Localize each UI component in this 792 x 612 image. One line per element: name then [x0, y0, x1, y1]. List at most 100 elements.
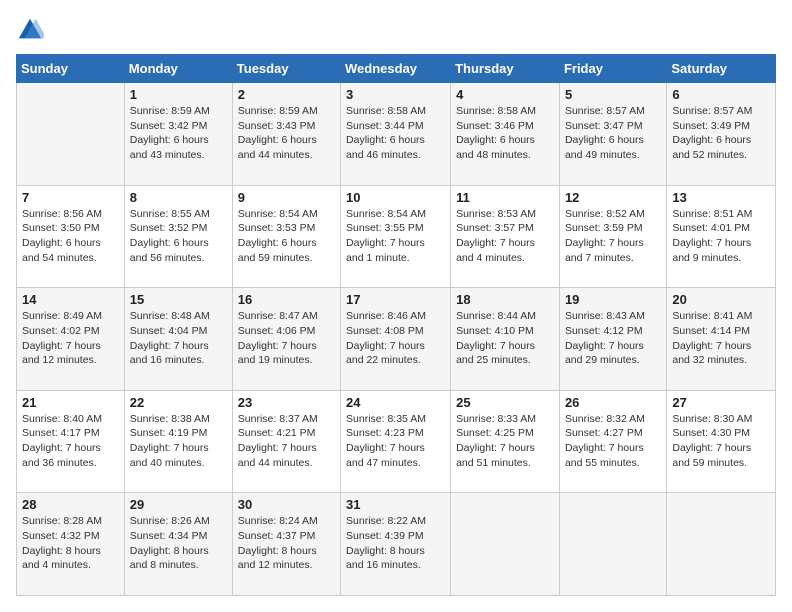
- day-cell: [559, 493, 666, 596]
- header: [16, 16, 776, 44]
- day-cell: 27 Sunrise: 8:30 AMSunset: 4:30 PMDayligh…: [667, 390, 776, 493]
- day-number: 2: [238, 87, 335, 102]
- day-cell: 17 Sunrise: 8:46 AMSunset: 4:08 PMDayligh…: [341, 288, 451, 391]
- day-info: Sunrise: 8:32 AMSunset: 4:27 PMDaylight:…: [565, 412, 661, 471]
- day-cell: 20 Sunrise: 8:41 AMSunset: 4:14 PMDayligh…: [667, 288, 776, 391]
- day-info: Sunrise: 8:22 AMSunset: 4:39 PMDaylight:…: [346, 514, 445, 573]
- day-cell: 14Sunrise: 8:49 AMSunset: 4:02 PMDayligh…: [17, 288, 125, 391]
- day-number: 13: [672, 190, 770, 205]
- day-cell: 23Sunrise: 8:37 AMSunset: 4:21 PMDayligh…: [232, 390, 340, 493]
- day-cell: 29 Sunrise: 8:26 AMSunset: 4:34 PMDayligh…: [124, 493, 232, 596]
- logo-icon: [16, 16, 44, 44]
- day-cell: 10 Sunrise: 8:54 AMSunset: 3:55 PMDayligh…: [341, 185, 451, 288]
- day-header-friday: Friday: [559, 55, 666, 83]
- day-number: 10: [346, 190, 445, 205]
- day-info: Sunrise: 8:54 AMSunset: 3:53 PMDaylight:…: [238, 207, 335, 266]
- day-number: 5: [565, 87, 661, 102]
- day-cell: 28Sunrise: 8:28 AMSunset: 4:32 PMDayligh…: [17, 493, 125, 596]
- day-number: 22: [130, 395, 227, 410]
- day-header-monday: Monday: [124, 55, 232, 83]
- week-row-2: 7 Sunrise: 8:56 AMSunset: 3:50 PMDaylight…: [17, 185, 776, 288]
- day-info: Sunrise: 8:57 AMSunset: 3:49 PMDaylight:…: [672, 104, 770, 163]
- day-number: 25: [456, 395, 554, 410]
- day-number: 16: [238, 292, 335, 307]
- day-cell: 22 Sunrise: 8:38 AMSunset: 4:19 PMDayligh…: [124, 390, 232, 493]
- day-info: Sunrise: 8:28 AMSunset: 4:32 PMDaylight:…: [22, 514, 119, 573]
- day-cell: 12 Sunrise: 8:52 AMSunset: 3:59 PMDayligh…: [559, 185, 666, 288]
- day-number: 18: [456, 292, 554, 307]
- week-row-4: 21 Sunrise: 8:40 AMSunset: 4:17 PMDayligh…: [17, 390, 776, 493]
- day-cell: 1Sunrise: 8:59 AMSunset: 3:42 PMDaylight…: [124, 83, 232, 186]
- header-row: SundayMondayTuesdayWednesdayThursdayFrid…: [17, 55, 776, 83]
- day-number: 31: [346, 497, 445, 512]
- day-info: Sunrise: 8:46 AMSunset: 4:08 PMDaylight:…: [346, 309, 445, 368]
- day-number: 12: [565, 190, 661, 205]
- day-info: Sunrise: 8:56 AMSunset: 3:50 PMDaylight:…: [22, 207, 119, 266]
- day-info: Sunrise: 8:41 AMSunset: 4:14 PMDaylight:…: [672, 309, 770, 368]
- calendar-table: SundayMondayTuesdayWednesdayThursdayFrid…: [16, 54, 776, 596]
- day-info: Sunrise: 8:51 AMSunset: 4:01 PMDaylight:…: [672, 207, 770, 266]
- day-info: Sunrise: 8:38 AMSunset: 4:19 PMDaylight:…: [130, 412, 227, 471]
- day-info: Sunrise: 8:52 AMSunset: 3:59 PMDaylight:…: [565, 207, 661, 266]
- day-number: 29: [130, 497, 227, 512]
- day-cell: 19 Sunrise: 8:43 AMSunset: 4:12 PMDayligh…: [559, 288, 666, 391]
- day-cell: 7 Sunrise: 8:56 AMSunset: 3:50 PMDaylight…: [17, 185, 125, 288]
- day-cell: 21 Sunrise: 8:40 AMSunset: 4:17 PMDayligh…: [17, 390, 125, 493]
- day-number: 7: [22, 190, 119, 205]
- day-info: Sunrise: 8:26 AMSunset: 4:34 PMDaylight:…: [130, 514, 227, 573]
- day-number: 20: [672, 292, 770, 307]
- day-info: Sunrise: 8:57 AMSunset: 3:47 PMDaylight:…: [565, 104, 661, 163]
- day-cell: 26 Sunrise: 8:32 AMSunset: 4:27 PMDayligh…: [559, 390, 666, 493]
- day-info: Sunrise: 8:47 AMSunset: 4:06 PMDaylight:…: [238, 309, 335, 368]
- day-info: Sunrise: 8:40 AMSunset: 4:17 PMDaylight:…: [22, 412, 119, 471]
- day-cell: 24Sunrise: 8:35 AMSunset: 4:23 PMDayligh…: [341, 390, 451, 493]
- day-info: Sunrise: 8:54 AMSunset: 3:55 PMDaylight:…: [346, 207, 445, 266]
- day-number: 8: [130, 190, 227, 205]
- day-info: Sunrise: 8:24 AMSunset: 4:37 PMDaylight:…: [238, 514, 335, 573]
- day-info: Sunrise: 8:49 AMSunset: 4:02 PMDaylight:…: [22, 309, 119, 368]
- day-number: 26: [565, 395, 661, 410]
- day-info: Sunrise: 8:33 AMSunset: 4:25 PMDaylight:…: [456, 412, 554, 471]
- day-number: 15: [130, 292, 227, 307]
- day-cell: 8 Sunrise: 8:55 AMSunset: 3:52 PMDaylight…: [124, 185, 232, 288]
- day-number: 27: [672, 395, 770, 410]
- day-header-wednesday: Wednesday: [341, 55, 451, 83]
- day-cell: 9 Sunrise: 8:54 AMSunset: 3:53 PMDaylight…: [232, 185, 340, 288]
- week-row-1: 1Sunrise: 8:59 AMSunset: 3:42 PMDaylight…: [17, 83, 776, 186]
- week-row-3: 14Sunrise: 8:49 AMSunset: 4:02 PMDayligh…: [17, 288, 776, 391]
- calendar-body: 1Sunrise: 8:59 AMSunset: 3:42 PMDaylight…: [17, 83, 776, 596]
- day-cell: 11 Sunrise: 8:53 AMSunset: 3:57 PMDayligh…: [451, 185, 560, 288]
- day-info: Sunrise: 8:53 AMSunset: 3:57 PMDaylight:…: [456, 207, 554, 266]
- day-number: 4: [456, 87, 554, 102]
- day-cell: 6 Sunrise: 8:57 AMSunset: 3:49 PMDaylight…: [667, 83, 776, 186]
- day-number: 6: [672, 87, 770, 102]
- day-cell: 5 Sunrise: 8:57 AMSunset: 3:47 PMDaylight…: [559, 83, 666, 186]
- day-info: Sunrise: 8:43 AMSunset: 4:12 PMDaylight:…: [565, 309, 661, 368]
- day-header-tuesday: Tuesday: [232, 55, 340, 83]
- day-info: Sunrise: 8:44 AMSunset: 4:10 PMDaylight:…: [456, 309, 554, 368]
- day-info: Sunrise: 8:59 AMSunset: 3:43 PMDaylight:…: [238, 104, 335, 163]
- day-number: 23: [238, 395, 335, 410]
- day-cell: 25 Sunrise: 8:33 AMSunset: 4:25 PMDayligh…: [451, 390, 560, 493]
- day-cell: 2 Sunrise: 8:59 AMSunset: 3:43 PMDaylight…: [232, 83, 340, 186]
- day-cell: 18 Sunrise: 8:44 AMSunset: 4:10 PMDayligh…: [451, 288, 560, 391]
- day-header-sunday: Sunday: [17, 55, 125, 83]
- day-number: 9: [238, 190, 335, 205]
- day-info: Sunrise: 8:55 AMSunset: 3:52 PMDaylight:…: [130, 207, 227, 266]
- day-number: 17: [346, 292, 445, 307]
- day-number: 21: [22, 395, 119, 410]
- day-info: Sunrise: 8:58 AMSunset: 3:44 PMDaylight:…: [346, 104, 445, 163]
- day-cell: 30Sunrise: 8:24 AMSunset: 4:37 PMDayligh…: [232, 493, 340, 596]
- day-cell: [17, 83, 125, 186]
- day-header-thursday: Thursday: [451, 55, 560, 83]
- calendar-header: SundayMondayTuesdayWednesdayThursdayFrid…: [17, 55, 776, 83]
- day-cell: 3Sunrise: 8:58 AMSunset: 3:44 PMDaylight…: [341, 83, 451, 186]
- page: SundayMondayTuesdayWednesdayThursdayFrid…: [0, 0, 792, 612]
- day-info: Sunrise: 8:30 AMSunset: 4:30 PMDaylight:…: [672, 412, 770, 471]
- day-number: 19: [565, 292, 661, 307]
- day-cell: 31 Sunrise: 8:22 AMSunset: 4:39 PMDayligh…: [341, 493, 451, 596]
- day-number: 1: [130, 87, 227, 102]
- day-info: Sunrise: 8:48 AMSunset: 4:04 PMDaylight:…: [130, 309, 227, 368]
- day-number: 11: [456, 190, 554, 205]
- day-info: Sunrise: 8:58 AMSunset: 3:46 PMDaylight:…: [456, 104, 554, 163]
